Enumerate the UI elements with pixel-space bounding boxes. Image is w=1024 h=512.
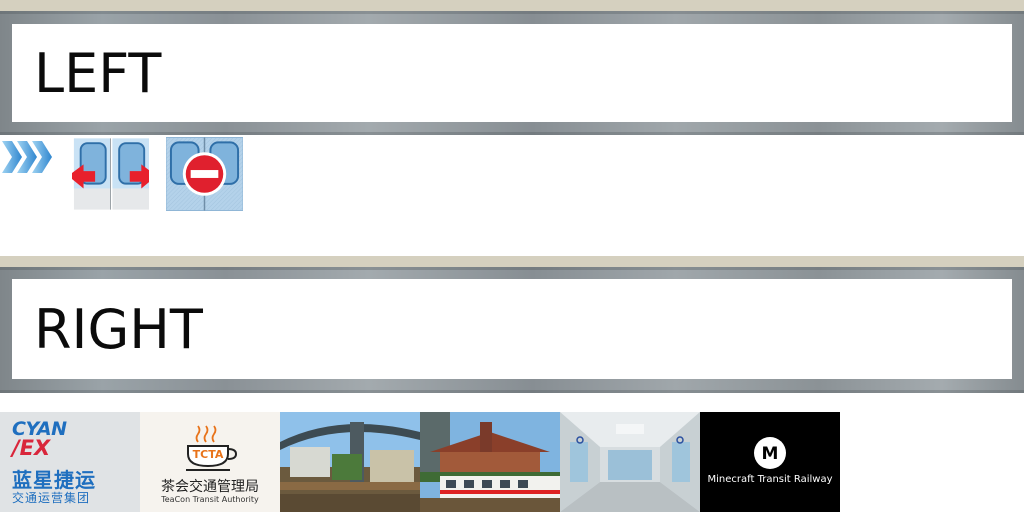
sign-panel-left: LEFT <box>12 24 1012 122</box>
station-scene-thumbnail[interactable] <box>280 412 420 512</box>
mtr-logo-letter: M <box>762 444 779 464</box>
sign-panel-right: RIGHT <box>12 279 1012 379</box>
doors-open-outward-icon <box>72 138 149 210</box>
mtr-name: Minecraft Transit Railway <box>707 474 833 485</box>
tcta-chinese-name: 茶会交通管理局 <box>161 479 259 495</box>
train-station-thumbnail[interactable] <box>420 412 560 512</box>
sign-text-right: RIGHT <box>34 297 203 361</box>
sign-text-left: LEFT <box>34 41 162 105</box>
train-interior-thumbnail[interactable] <box>560 412 700 512</box>
tcta-badge-text: TCTA <box>193 448 224 461</box>
doors-no-entry-icon <box>166 137 243 211</box>
teacup-icon: TCTA <box>186 425 238 471</box>
tcta-logo-tile[interactable]: TCTA 茶会交通管理局 TeaCon Transit Authority <box>140 412 280 512</box>
cyan-logo-chinese-subtitle: 交通运营集团 <box>12 491 91 505</box>
cyan-express-logo-tile[interactable]: CYAN /EX 蓝星捷运 交通运营集团 <box>0 412 140 512</box>
mtr-logo-icon: M <box>754 437 786 469</box>
ceiling-strip-top <box>0 0 1024 11</box>
chevron-forward-icon <box>2 141 52 173</box>
cyan-logo-line2: /EX <box>12 436 51 460</box>
tcta-english-name: TeaCon Transit Authority <box>161 495 259 504</box>
mtr-logo-tile[interactable]: M Minecraft Transit Railway <box>700 412 840 512</box>
ceiling-strip-bottom <box>0 256 1024 267</box>
